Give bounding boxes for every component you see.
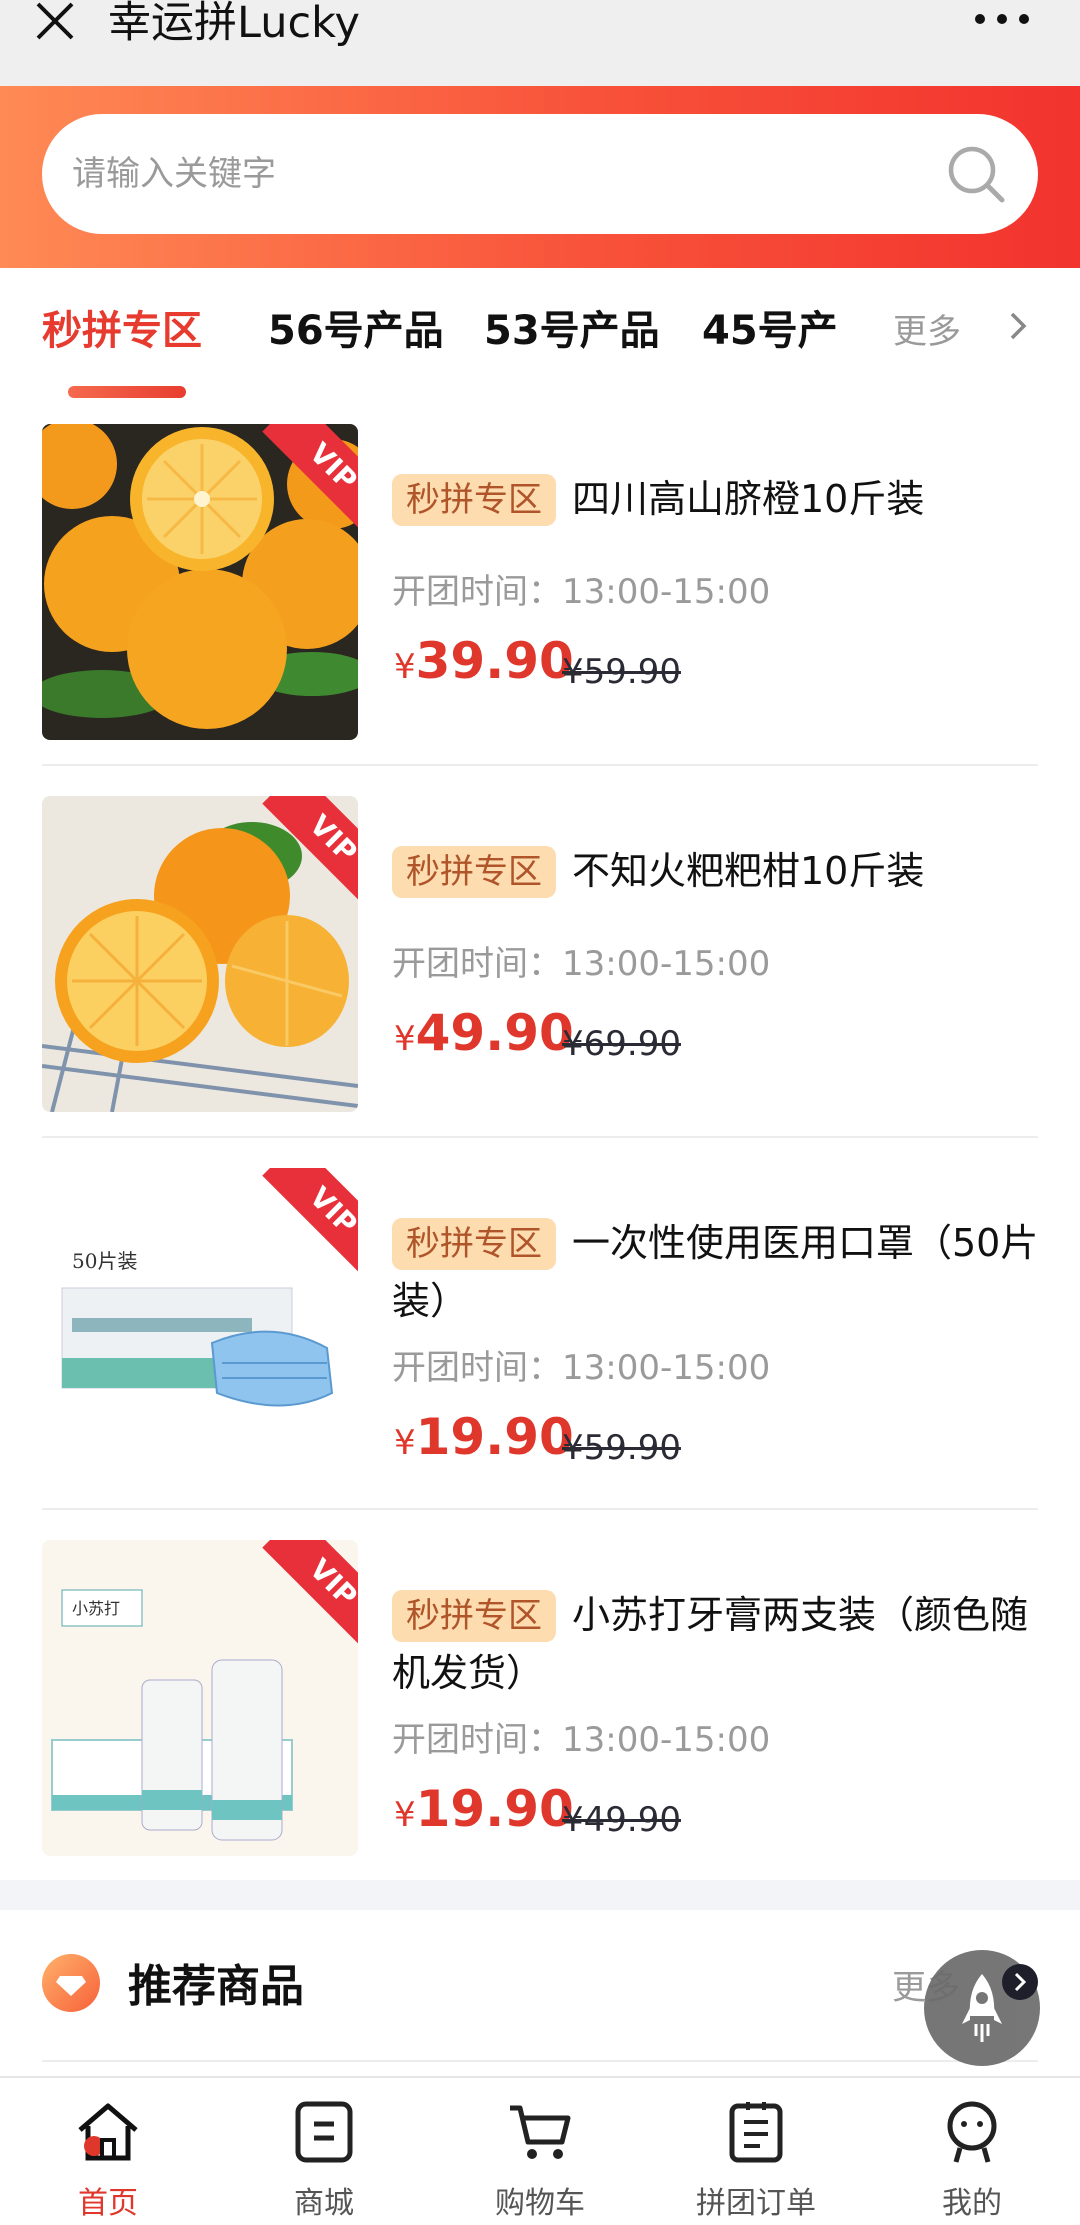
product-time: 开团时间：13:00-15:00	[392, 1348, 771, 1388]
nav-label: 我的	[942, 2186, 1002, 2221]
divider	[42, 1136, 1038, 1138]
product-price: ¥49.90	[394, 1004, 574, 1062]
more-dots-icon[interactable]	[972, 8, 1032, 30]
product-tag: 秒拼专区	[392, 474, 556, 526]
product-price: ¥39.90	[394, 632, 574, 690]
nav-cart[interactable]: 购物车	[432, 2078, 648, 2225]
tab-53[interactable]: 53号产品	[484, 298, 660, 356]
nav-mall[interactable]: 商城	[216, 2078, 432, 2225]
tab-45-clip: 45号产品	[700, 298, 840, 354]
svg-text:小苏打: 小苏打	[72, 1599, 120, 1618]
recommend-title: 推荐商品	[128, 1961, 304, 2012]
cart-icon	[510, 2105, 571, 2159]
profile-icon	[947, 2101, 997, 2163]
nav-home[interactable]: 首页	[0, 2078, 216, 2225]
product-original-price: ¥49.90	[562, 1800, 681, 1840]
vip-badge: VIP	[248, 424, 358, 534]
product-card[interactable]: VIP 不知火粑粑柑10斤装 秒拼专区 开团时间：13:00-15:00 ¥49…	[42, 796, 1038, 1168]
mall-icon	[295, 2101, 353, 2163]
nav-label: 商城	[294, 2186, 354, 2221]
home-icon	[78, 2103, 138, 2161]
tab-45[interactable]: 45号产品	[702, 298, 840, 354]
nav-label: 购物车	[495, 2186, 585, 2221]
order-icon	[729, 2102, 783, 2163]
product-original-price: ¥59.90	[562, 1428, 681, 1468]
search-header: 请输入关键字	[0, 86, 1080, 268]
vip-badge: VIP	[248, 1168, 358, 1278]
search-placeholder: 请输入关键字	[72, 154, 276, 194]
product-price: ¥19.90	[394, 1780, 574, 1838]
bottom-nav: 首页 商城 购物车 拼团订单 我的	[0, 2076, 1080, 2223]
search-icon[interactable]	[944, 142, 1008, 206]
rocket-dismiss-button[interactable]	[1002, 1964, 1038, 2000]
product-time: 开团时间：13:00-15:00	[392, 572, 771, 612]
diamond-icon	[42, 1954, 100, 2012]
product-card[interactable]: VIP 四川高山脐橙10斤装 秒拼专区 开团时间：13:00-15:00 ¥39…	[42, 424, 1038, 796]
product-tag: 秒拼专区	[392, 846, 556, 898]
product-price: ¥19.90	[394, 1408, 574, 1466]
active-tab-indicator	[68, 386, 186, 398]
nav-orders[interactable]: 拼团订单	[648, 2078, 864, 2225]
product-image-tangerine[interactable]: VIP	[42, 796, 358, 1112]
tab-seckill[interactable]: 秒拼专区	[42, 298, 202, 356]
tabs-more-link[interactable]: 更多	[893, 304, 961, 353]
section-gap	[0, 1880, 1080, 1910]
divider	[42, 2060, 1038, 2062]
product-image-mask[interactable]: 50片装 VIP	[42, 1168, 358, 1484]
nav-profile[interactable]: 我的	[864, 2078, 1080, 2225]
close-icon[interactable]	[30, 0, 80, 46]
product-card[interactable]: 50片装 VIP 一次性使用医用口罩（50片装） 秒拼专区 开团时间：13:00…	[42, 1168, 1038, 1540]
vip-badge: VIP	[248, 1540, 358, 1650]
nav-label: 首页	[78, 2186, 138, 2221]
product-time: 开团时间：13:00-15:00	[392, 1720, 771, 1760]
nav-label: 拼团订单	[696, 2186, 816, 2221]
product-time: 开团时间：13:00-15:00	[392, 944, 771, 984]
product-image-orange[interactable]: VIP	[42, 424, 358, 740]
chevron-right-icon[interactable]	[1004, 306, 1034, 346]
category-tabs: 秒拼专区 56号产品 53号产品 45号产品 更多	[0, 268, 1080, 398]
divider	[42, 764, 1038, 766]
svg-text:50片装: 50片装	[72, 1249, 137, 1273]
vip-badge: VIP	[248, 796, 358, 906]
title-bar: 幸运拼Lucky	[0, 0, 1080, 86]
tab-56[interactable]: 56号产品	[268, 298, 444, 356]
product-tag: 秒拼专区	[392, 1218, 556, 1270]
product-original-price: ¥69.90	[562, 1024, 681, 1064]
recommend-section: 推荐商品 更多	[0, 1910, 1080, 2062]
window-title: 幸运拼Lucky	[108, 0, 360, 48]
product-original-price: ¥59.90	[562, 652, 681, 692]
product-tag: 秒拼专区	[392, 1590, 556, 1642]
product-card[interactable]: 小苏打 VIP 小苏打牙膏两支装（颜色随机发货） 秒拼专区 开团时间：13:00…	[42, 1540, 1038, 1912]
search-input[interactable]: 请输入关键字	[42, 114, 1038, 234]
chevron-right-icon	[1014, 1972, 1027, 1992]
product-image-toothpaste[interactable]: 小苏打 VIP	[42, 1540, 358, 1856]
divider	[42, 1508, 1038, 1510]
